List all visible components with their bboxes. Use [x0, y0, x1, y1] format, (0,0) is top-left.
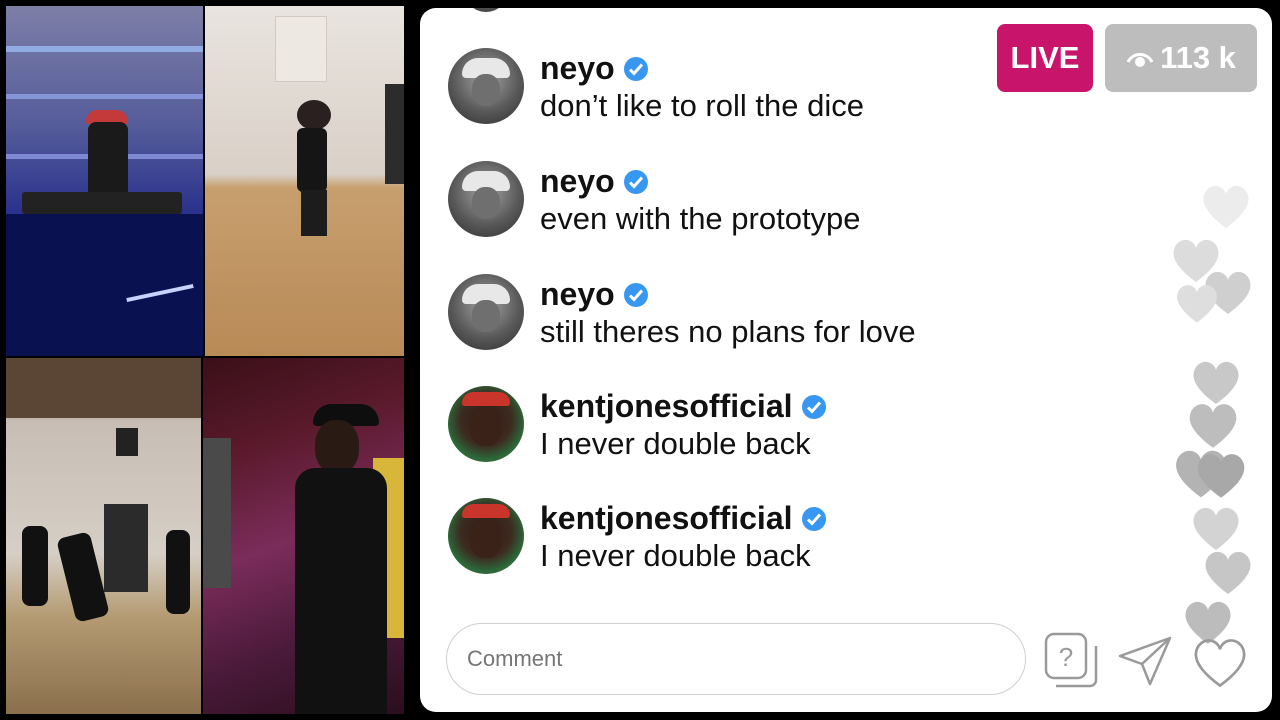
verified-icon	[623, 282, 648, 307]
video-grid	[6, 6, 404, 714]
heart-icon[interactable]	[1190, 634, 1250, 690]
comment-text: don’t like to roll the dice	[540, 88, 864, 123]
comment-item: neyo still theres no plans for love	[448, 274, 1008, 364]
verified-icon	[623, 56, 648, 81]
avatar[interactable]	[448, 48, 524, 124]
viewer-count: 113 k	[1105, 24, 1257, 92]
svg-text:?: ?	[1059, 642, 1073, 672]
question-box-icon[interactable]: ?	[1044, 632, 1098, 690]
comment-text: I never double back	[540, 538, 811, 573]
comment-item: kentjonesofficial I never double back	[448, 386, 1008, 476]
comment-item: kentjonesofficial I never double back	[448, 498, 1008, 588]
floating-heart-icon	[1203, 185, 1249, 228]
floating-heart-icon	[1205, 551, 1251, 594]
live-badge: LIVE	[997, 24, 1093, 92]
comment-text: I never double back	[540, 426, 811, 461]
comment-text: even with the prototype	[540, 201, 861, 236]
comment-username[interactable]: kentjonesofficial	[540, 388, 793, 425]
avatar[interactable]	[448, 498, 524, 574]
avatar[interactable]	[448, 386, 524, 462]
video-tile-group	[6, 358, 201, 714]
video-tile-dancer	[205, 6, 404, 356]
viewer-count-value: 113 k	[1160, 40, 1236, 75]
avatar[interactable]	[448, 274, 524, 350]
floating-heart-icon	[1197, 454, 1245, 498]
video-tile-dj	[6, 6, 203, 356]
video-tile-studio	[203, 358, 404, 714]
floating-heart-icon	[1177, 285, 1217, 323]
comment-username[interactable]: kentjonesofficial	[540, 500, 793, 537]
comment-username[interactable]: neyo	[540, 163, 615, 200]
verified-icon	[623, 169, 648, 194]
verified-icon	[801, 394, 826, 419]
partial-comment	[448, 8, 1008, 16]
send-icon[interactable]	[1116, 634, 1174, 688]
eye-icon	[1126, 53, 1154, 67]
live-chat-panel: LIVE 113 k neyo don’t like to roll the d…	[420, 8, 1272, 712]
comment-item: neyo even with the prototype	[448, 161, 1008, 251]
comment-username[interactable]: neyo	[540, 50, 615, 87]
comment-item: neyo don’t like to roll the dice	[448, 48, 1008, 138]
comment-input[interactable]	[465, 645, 989, 673]
verified-icon	[801, 506, 826, 531]
comment-box[interactable]	[446, 623, 1026, 695]
comment-username[interactable]: neyo	[540, 276, 615, 313]
avatar[interactable]	[448, 161, 524, 237]
comment-text: still theres no plans for love	[540, 314, 916, 349]
